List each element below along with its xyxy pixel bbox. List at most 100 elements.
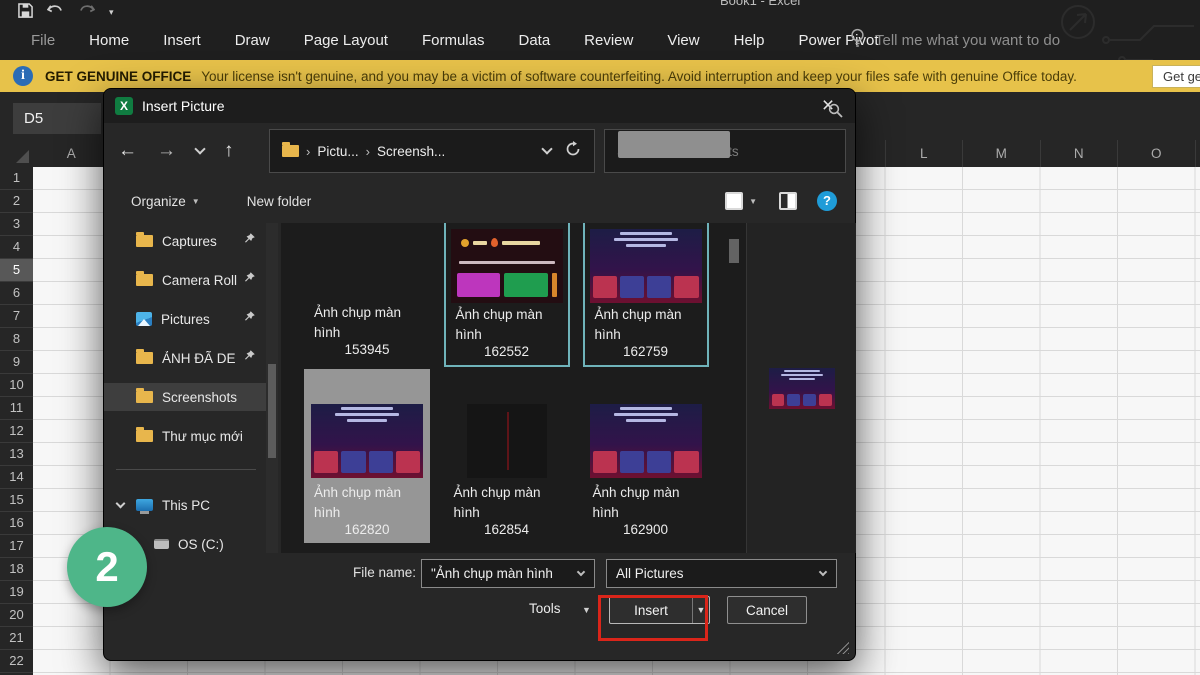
file-type-dropdown-chevron-icon[interactable] [819, 567, 827, 575]
file-name-line: Ảnh chụp màn hình [583, 481, 709, 522]
window-title: Book1 - Excel [720, 0, 800, 8]
row-header-3[interactable]: 3 [0, 213, 33, 236]
file-item-153945[interactable]: Ảnh chụp màn hình153945 [304, 223, 430, 363]
file-number: 162759 [585, 344, 707, 365]
row-header-16[interactable]: 16 [0, 512, 33, 535]
column-header-L[interactable]: L [886, 140, 964, 167]
row-header-8[interactable]: 8 [0, 328, 33, 351]
dialog-toolbar: Organize ▼ New folder ▼ ? [104, 184, 855, 218]
customize-toolbar-icon[interactable]: ▾ [109, 7, 114, 18]
column-header-O[interactable]: O [1118, 140, 1196, 167]
save-icon[interactable] [18, 3, 33, 18]
file-name-combobox[interactable]: "Ảnh chụp màn hình [421, 559, 595, 588]
file-list-scrollbar[interactable] [729, 239, 739, 263]
sidebar-item-captures[interactable]: Captures [104, 227, 266, 255]
row-header-12[interactable]: 12 [0, 420, 33, 443]
row-header-18[interactable]: 18 [0, 558, 33, 581]
row-header-4[interactable]: 4 [0, 236, 33, 259]
row-header-7[interactable]: 7 [0, 305, 33, 328]
ribbon-tab-home[interactable]: Home [72, 32, 146, 49]
ribbon-tab-view[interactable]: View [650, 32, 716, 49]
recent-locations-chevron-icon[interactable] [194, 143, 205, 154]
sidebar-item-this-pc[interactable]: This PC [104, 491, 266, 519]
sidebar-scrollbar[interactable] [266, 223, 278, 553]
row-header-10[interactable]: 10 [0, 374, 33, 397]
column-header-N[interactable]: N [1041, 140, 1119, 167]
row-header-1[interactable]: 1 [0, 167, 33, 190]
file-number: 162820 [304, 522, 430, 543]
sidebar-item-camera-roll[interactable]: Camera Roll [104, 266, 266, 294]
expander-chevron-icon[interactable] [116, 499, 126, 509]
file-item-162820[interactable]: Ảnh chụp màn hình162820 [304, 369, 430, 543]
row-header-21[interactable]: 21 [0, 627, 33, 650]
new-folder-button[interactable]: New folder [247, 194, 312, 209]
file-name-dropdown-chevron-icon[interactable] [577, 567, 585, 575]
file-item-162900[interactable]: Ảnh chụp màn hình162900 [583, 369, 709, 543]
back-arrow-icon[interactable]: ← [118, 140, 137, 162]
organize-dropdown-icon: ▼ [192, 197, 200, 206]
cancel-button[interactable]: Cancel [727, 596, 807, 624]
row-header-20[interactable]: 20 [0, 604, 33, 627]
file-number: 162900 [583, 522, 709, 543]
row-header-15[interactable]: 15 [0, 489, 33, 512]
organize-menu[interactable]: Organize [131, 194, 186, 209]
tell-me-box[interactable]: Tell me what you want to do [850, 22, 1060, 58]
column-header-M[interactable]: M [963, 140, 1041, 167]
up-arrow-icon[interactable]: ↑ [224, 140, 234, 162]
sidebar-item-screenshots[interactable]: Screenshots [104, 383, 266, 411]
row-header-17[interactable]: 17 [0, 535, 33, 558]
row-header-5[interactable]: 5 [0, 259, 33, 282]
ribbon-tab-formulas[interactable]: Formulas [405, 32, 502, 49]
sidebar-item-pictures[interactable]: Pictures [104, 305, 266, 333]
ribbon-tab-page-layout[interactable]: Page Layout [287, 32, 405, 49]
sidebar-item-label: Pictures [161, 312, 210, 327]
help-icon[interactable]: ? [817, 191, 837, 211]
file-item-162759[interactable]: Ảnh chụp màn hình162759 [583, 223, 709, 367]
row-header-6[interactable]: 6 [0, 282, 33, 305]
file-item-162854[interactable]: Ảnh chụp màn hình162854 [444, 369, 570, 543]
address-bar[interactable]: › Pictu... › Screensh... [269, 129, 595, 173]
row-header-11[interactable]: 11 [0, 397, 33, 420]
ribbon-tab-draw[interactable]: Draw [218, 32, 287, 49]
row-header-22[interactable]: 22 [0, 650, 33, 673]
row-header-19[interactable]: 19 [0, 581, 33, 604]
row-header-13[interactable]: 13 [0, 443, 33, 466]
file-item-162552[interactable]: Ảnh chụp màn hình162552 [444, 223, 570, 367]
annotation-insert-highlight [598, 595, 708, 641]
refresh-icon[interactable] [565, 141, 581, 162]
sidebar-scrollbar-thumb[interactable] [268, 364, 276, 458]
dialog-resize-grip[interactable] [837, 642, 849, 654]
select-all-corner[interactable] [0, 140, 33, 167]
preview-pane-icon[interactable] [779, 192, 797, 210]
ribbon-tab-help[interactable]: Help [717, 32, 782, 49]
sidebar-item-th-m-c-m-i[interactable]: Thư mục mới [104, 422, 266, 450]
row-header-2[interactable]: 2 [0, 190, 33, 213]
sidebar-separator [116, 469, 256, 470]
breadcrumb-screenshots[interactable]: Screensh... [377, 144, 445, 159]
redo-icon[interactable] [78, 3, 95, 18]
change-view-icon[interactable] [725, 192, 743, 210]
cell-name-box[interactable]: D5 [13, 103, 101, 134]
dialog-titlebar[interactable]: X Insert Picture × [104, 89, 855, 123]
file-name-line: Ảnh chụp màn hình [585, 303, 707, 344]
row-header-9[interactable]: 9 [0, 351, 33, 374]
forward-arrow-icon[interactable]: → [157, 140, 176, 162]
file-thumbnail [451, 229, 563, 303]
search-icon[interactable] [828, 103, 843, 123]
ribbon-tab-review[interactable]: Review [567, 32, 650, 49]
ribbon-tab-data[interactable]: Data [501, 32, 567, 49]
view-dropdown-icon[interactable]: ▼ [749, 197, 757, 206]
tools-dropdown-icon: ▼ [582, 605, 591, 615]
undo-icon[interactable] [47, 3, 64, 18]
ribbon-tab-file[interactable]: File [14, 32, 72, 49]
row-header-14[interactable]: 14 [0, 466, 33, 489]
ribbon-tab-insert[interactable]: Insert [146, 32, 218, 49]
sidebar-item--nh-de[interactable]: ẢNH ĐÃ DE [104, 344, 266, 372]
dialog-footer: File name: "Ảnh chụp màn hình All Pictur… [104, 553, 855, 661]
column-header-A[interactable]: A [33, 140, 111, 167]
file-type-combobox[interactable]: All Pictures [606, 559, 837, 588]
address-dropdown-chevron-icon[interactable] [541, 143, 552, 154]
get-genuine-office-button[interactable]: Get genuine Office [1152, 65, 1200, 88]
tools-menu[interactable]: Tools [529, 601, 561, 616]
breadcrumb-pictures[interactable]: Pictu... [317, 144, 358, 159]
